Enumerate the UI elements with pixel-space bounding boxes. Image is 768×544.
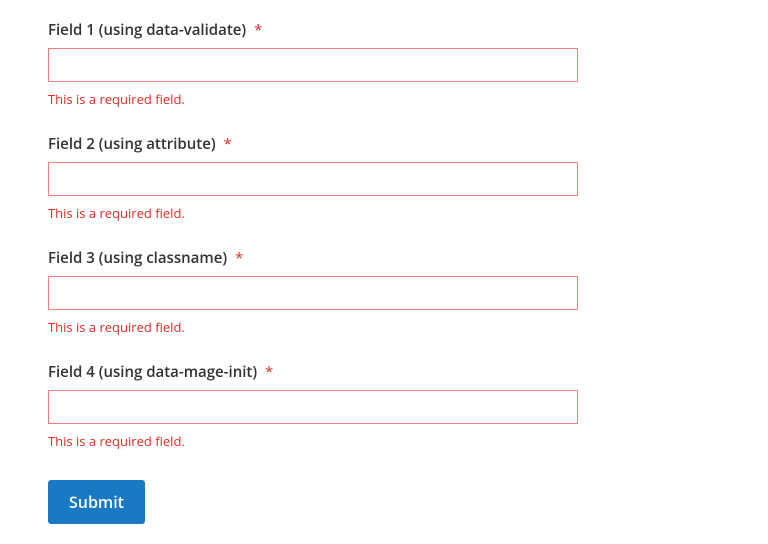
field-2-label-text: Field 2 (using attribute): [48, 134, 216, 154]
field-3-input[interactable]: [48, 276, 578, 310]
field-1-input[interactable]: [48, 48, 578, 82]
field-2-error: This is a required field.: [48, 204, 720, 222]
field-3-error: This is a required field.: [48, 318, 720, 336]
field-4-error: This is a required field.: [48, 432, 720, 450]
field-2-input[interactable]: [48, 162, 578, 196]
field-2-label: Field 2 (using attribute) *: [48, 134, 720, 154]
required-asterisk-icon: *: [254, 20, 262, 40]
field-3-group: Field 3 (using classname) * This is a re…: [48, 248, 720, 336]
field-4-input[interactable]: [48, 390, 578, 424]
required-asterisk-icon: *: [235, 248, 243, 268]
required-asterisk-icon: *: [224, 134, 232, 154]
field-4-group: Field 4 (using data-mage-init) * This is…: [48, 362, 720, 450]
required-asterisk-icon: *: [265, 362, 273, 382]
validation-form: Field 1 (using data-validate) * This is …: [48, 20, 720, 524]
field-2-group: Field 2 (using attribute) * This is a re…: [48, 134, 720, 222]
field-4-label-text: Field 4 (using data-mage-init): [48, 362, 257, 382]
field-3-label-text: Field 3 (using classname): [48, 248, 227, 268]
submit-button[interactable]: Submit: [48, 480, 145, 524]
field-3-label: Field 3 (using classname) *: [48, 248, 720, 268]
field-1-group: Field 1 (using data-validate) * This is …: [48, 20, 720, 108]
field-1-label: Field 1 (using data-validate) *: [48, 20, 720, 40]
field-1-label-text: Field 1 (using data-validate): [48, 20, 246, 40]
field-1-error: This is a required field.: [48, 90, 720, 108]
form-actions: Submit: [48, 480, 720, 524]
field-4-label: Field 4 (using data-mage-init) *: [48, 362, 720, 382]
